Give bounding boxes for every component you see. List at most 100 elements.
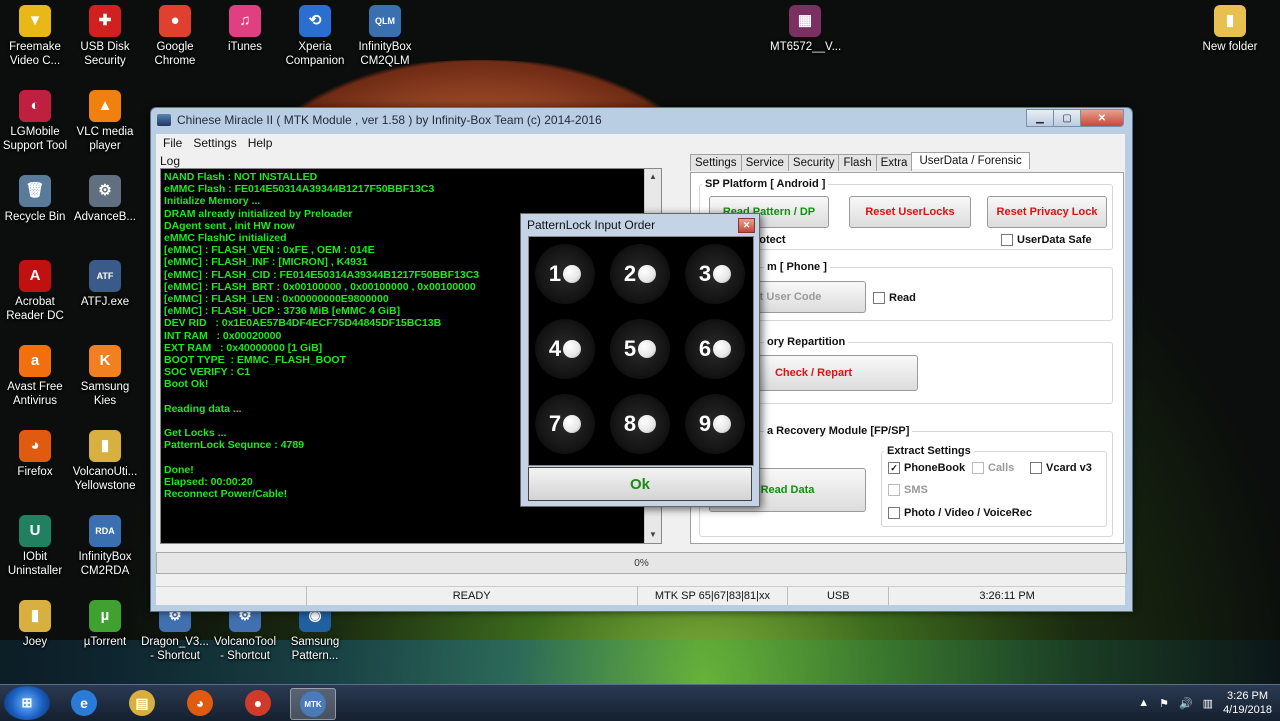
scroll-down-icon[interactable]: ▼: [645, 527, 661, 543]
tab-flash[interactable]: Flash: [838, 154, 877, 171]
volume-icon[interactable]: 🔊: [1179, 697, 1193, 710]
desktop-icon-label: Recycle Bin: [4, 211, 66, 223]
desktop-icon[interactable]: ▮ VolcanoUti... Yellowstone: [70, 430, 140, 493]
desktop-icon[interactable]: ⟲ Xperia Companion: [280, 5, 350, 68]
desktop-icon[interactable]: µ µTorrent: [70, 600, 140, 649]
app-icon: ⟲: [299, 5, 331, 37]
app-icon: µ: [89, 600, 121, 632]
pattern-dot[interactable]: 9: [685, 394, 745, 454]
checkbox-box: [888, 507, 900, 519]
photo-video-checkbox[interactable]: Photo / Video / VoiceRec: [888, 507, 1032, 519]
tab-userdata-forensic[interactable]: UserData / Forensic: [911, 152, 1030, 169]
pattern-dot-number: 1: [548, 261, 562, 286]
tab-extra[interactable]: Extra: [875, 154, 913, 171]
desktop-icon[interactable]: ◐ LGMobile Support Tool: [0, 90, 70, 153]
taskbar-app-button[interactable]: e: [62, 688, 106, 718]
desktop-icon[interactable]: ▲ VLC media player: [70, 90, 140, 153]
desktop-icon-label: Firefox: [17, 466, 53, 478]
desktop-icon-label: VolcanoTool - Shortcut: [213, 636, 277, 662]
pattern-dot-icon: [638, 340, 657, 358]
menu-help[interactable]: Help: [245, 136, 281, 150]
desktop-icon[interactable]: ◕ Firefox: [0, 430, 70, 479]
calls-checkbox[interactable]: Calls: [972, 462, 1014, 474]
pattern-dot[interactable]: 6: [685, 319, 745, 379]
menu-file[interactable]: File: [160, 136, 190, 150]
desktop-icon[interactable]: K Samsung Kies: [70, 345, 140, 408]
userdata-safe-checkbox[interactable]: UserData Safe: [1001, 234, 1092, 246]
window-titlebar[interactable]: Chinese Miracle II ( MTK Module , ver 1.…: [151, 108, 1132, 132]
network-icon[interactable]: ▥: [1203, 697, 1213, 710]
checkbox-box: [1030, 462, 1042, 474]
taskbar: ⊞ e ▤ ◕ ● MTK ▲ ⚑ 🔊 ▥ 3:26 PM 4/19/2018: [0, 684, 1280, 721]
desktop-icon[interactable]: ▼ Freemake Video C...: [0, 5, 70, 68]
desktop-icon[interactable]: a Avast Free Antivirus: [0, 345, 70, 408]
read-checkbox[interactable]: Read: [873, 292, 916, 304]
taskbar-app-button[interactable]: ▤: [120, 688, 164, 718]
desktop-icon[interactable]: ATF ATFJ.exe: [70, 260, 140, 309]
pattern-dot-number: 9: [698, 411, 712, 436]
desktop-icon[interactable]: A Acrobat Reader DC: [0, 260, 70, 323]
scroll-up-icon[interactable]: ▲: [645, 169, 661, 185]
close-button[interactable]: ✕: [1080, 109, 1124, 127]
pattern-dot-icon: [638, 415, 657, 433]
phone-group-title: m [ Phone ]: [764, 261, 830, 273]
sms-checkbox[interactable]: SMS: [888, 484, 928, 496]
desktop-icon[interactable]: ✚ USB Disk Security: [70, 5, 140, 68]
minimize-button[interactable]: ▁: [1026, 109, 1054, 127]
taskbar-app-button[interactable]: ◕: [178, 688, 222, 718]
pattern-dot[interactable]: 5: [610, 319, 670, 379]
maximize-button[interactable]: ▢: [1053, 109, 1081, 127]
desktop-icon[interactable]: ♫ iTunes: [210, 5, 280, 54]
reset-privacy-lock-button[interactable]: Reset Privacy Lock: [987, 196, 1107, 228]
start-button[interactable]: ⊞: [4, 686, 50, 720]
desktop-icon-label: New folder: [1202, 41, 1258, 53]
desktop-icon[interactable]: ▮ New folder: [1195, 5, 1265, 54]
app-icon: RDA: [89, 515, 121, 547]
action-center-icon[interactable]: ⚑: [1159, 697, 1169, 710]
pattern-dot[interactable]: 8: [610, 394, 670, 454]
phonebook-checkbox[interactable]: ✓ PhoneBook: [888, 462, 965, 474]
pattern-dot[interactable]: 1: [535, 244, 595, 304]
ok-button[interactable]: Ok: [528, 467, 752, 501]
pattern-dot-icon: [713, 415, 732, 433]
tab-service[interactable]: Service: [740, 154, 789, 171]
desktop-icon[interactable]: ⚙ AdvanceB...: [70, 175, 140, 224]
status-bar: READY MTK SP 65|67|83|81|xx USB 3:26:11 …: [156, 586, 1125, 605]
reset-userlocks-button[interactable]: Reset UserLocks: [849, 196, 971, 228]
tab-strip: Settings Service Security Flash Extra Us…: [690, 152, 1030, 171]
dialog-title[interactable]: PatternLock Input Order: [521, 214, 759, 236]
taskbar-app-button[interactable]: MTK: [290, 688, 336, 720]
desktop-icon-label: Xperia Companion: [285, 41, 345, 67]
desktop-icon-label: Avast Free Antivirus: [7, 381, 63, 407]
checkbox-box: [972, 462, 984, 474]
desktop-icon[interactable]: ▦ MT6572__V...: [770, 5, 841, 54]
app-icon: ▮: [89, 430, 121, 462]
pattern-dot[interactable]: 7: [535, 394, 595, 454]
pattern-dot-icon: [563, 340, 582, 358]
desktop-icon[interactable]: ● Google Chrome: [140, 5, 210, 68]
app-icon: ●: [159, 5, 191, 37]
desktop-icon[interactable]: QLM InfinityBox CM2QLM: [350, 5, 420, 68]
desktop-icon[interactable]: 🗑 Recycle Bin: [0, 175, 70, 224]
tab-settings[interactable]: Settings: [690, 154, 742, 171]
desktop-icon-label: iTunes: [227, 41, 263, 53]
desktop-icon[interactable]: RDA InfinityBox CM2RDA: [70, 515, 140, 578]
checkbox-box: [873, 292, 885, 304]
menu-settings[interactable]: Settings: [190, 136, 244, 150]
desktop-icon-label: VLC media player: [76, 126, 134, 152]
show-hidden-icons[interactable]: ▲: [1138, 697, 1149, 709]
desktop-icon[interactable]: ▮ Joey: [0, 600, 70, 649]
pattern-dot[interactable]: 4: [535, 319, 595, 379]
pattern-dot[interactable]: 2: [610, 244, 670, 304]
tab-security[interactable]: Security: [787, 154, 840, 171]
dialog-close-button[interactable]: ✕: [738, 218, 755, 233]
repartition-title: ory Repartition: [764, 336, 849, 348]
taskbar-app-button[interactable]: ●: [236, 688, 280, 718]
pattern-dot[interactable]: 3: [685, 244, 745, 304]
progress-bar: 0%: [156, 552, 1127, 574]
desktop-icon[interactable]: U IObit Uninstaller: [0, 515, 70, 578]
status-port: USB: [788, 587, 890, 605]
clock[interactable]: 3:26 PM 4/19/2018: [1223, 689, 1272, 717]
mtk-cm2-icon: MTK: [300, 691, 326, 717]
vcard-checkbox[interactable]: Vcard v3: [1030, 462, 1092, 474]
